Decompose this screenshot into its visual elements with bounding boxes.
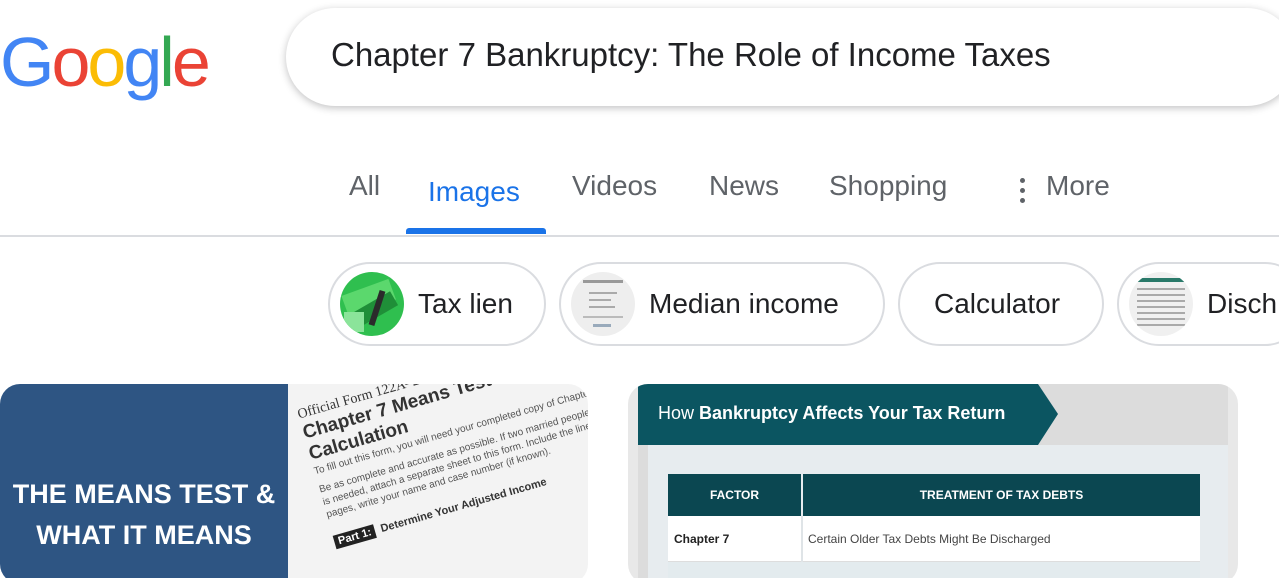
table-row xyxy=(668,562,1200,578)
chip-median-income[interactable]: Median income xyxy=(559,262,885,346)
tab-all[interactable]: All xyxy=(349,170,380,202)
cell-factor: Chapter 7 xyxy=(674,532,730,546)
tab-shopping[interactable]: Shopping xyxy=(829,170,947,202)
tab-more[interactable]: More xyxy=(1046,170,1110,202)
chip-label: Tax lien xyxy=(418,288,513,319)
image-result-tax-return[interactable]: How Bankruptcy Affects Your Tax Return F… xyxy=(628,384,1238,578)
logo-letter: g xyxy=(123,23,162,101)
chip-label: Calculator xyxy=(934,288,1061,319)
tab-images[interactable]: Images xyxy=(428,176,520,208)
table-header-factor: FACTOR xyxy=(668,474,801,516)
form-thumbnail: Official Form 122A–2 Chapter 7 Means Tes… xyxy=(288,384,588,578)
chip-label: Median income xyxy=(649,288,839,319)
banner-prefix: How xyxy=(658,403,700,423)
card-banner: How Bankruptcy Affects Your Tax Return xyxy=(638,384,1058,445)
chip-tax-lien[interactable]: Tax lien xyxy=(328,262,546,346)
banner-text: How Bankruptcy Affects Your Tax Return xyxy=(658,403,1005,424)
money-thumbnail-icon xyxy=(340,272,404,336)
logo-letter: o xyxy=(87,23,126,101)
card-left-panel: THE MEANS TEST & WHAT IT MEANS xyxy=(0,384,288,578)
search-input[interactable]: Chapter 7 Bankruptcy: The Role of Income… xyxy=(331,36,1051,74)
logo-letter: o xyxy=(51,23,90,101)
logo-letter: l xyxy=(159,23,174,101)
banner-bold: Bankruptcy Affects Your Tax Return xyxy=(699,403,1006,423)
tab-videos[interactable]: Videos xyxy=(572,170,657,202)
chip-discharge[interactable]: Disch xyxy=(1117,262,1279,346)
card-headline: THE MEANS TEST & WHAT IT MEANS xyxy=(12,479,276,550)
logo-letter: G xyxy=(0,23,54,101)
column-divider xyxy=(801,516,803,562)
cell-treatment: Certain Older Tax Debts Might Be Dischar… xyxy=(808,532,1051,546)
table-row: Chapter 7 Certain Older Tax Debts Might … xyxy=(668,516,1200,562)
tab-news[interactable]: News xyxy=(709,170,779,202)
chip-calculator[interactable]: Calculator xyxy=(898,262,1104,346)
document-thumbnail-icon xyxy=(1129,272,1193,336)
chip-label: Disch xyxy=(1207,288,1278,319)
more-vert-icon[interactable] xyxy=(1019,178,1027,204)
logo-letter: e xyxy=(171,23,211,101)
form-part-label: Part 1: xyxy=(332,524,378,550)
table-header-treatment: TREATMENT OF TAX DEBTS xyxy=(803,474,1200,516)
document-thumbnail-icon xyxy=(571,272,635,336)
image-result-means-test[interactable]: THE MEANS TEST & WHAT IT MEANS Official … xyxy=(0,384,588,578)
active-tab-indicator xyxy=(406,228,546,234)
form-document: Official Form 122A–2 Chapter 7 Means Tes… xyxy=(296,384,588,550)
tab-bar: All Images Videos News Shopping More xyxy=(0,150,1279,237)
google-logo[interactable]: Google xyxy=(0,22,211,102)
